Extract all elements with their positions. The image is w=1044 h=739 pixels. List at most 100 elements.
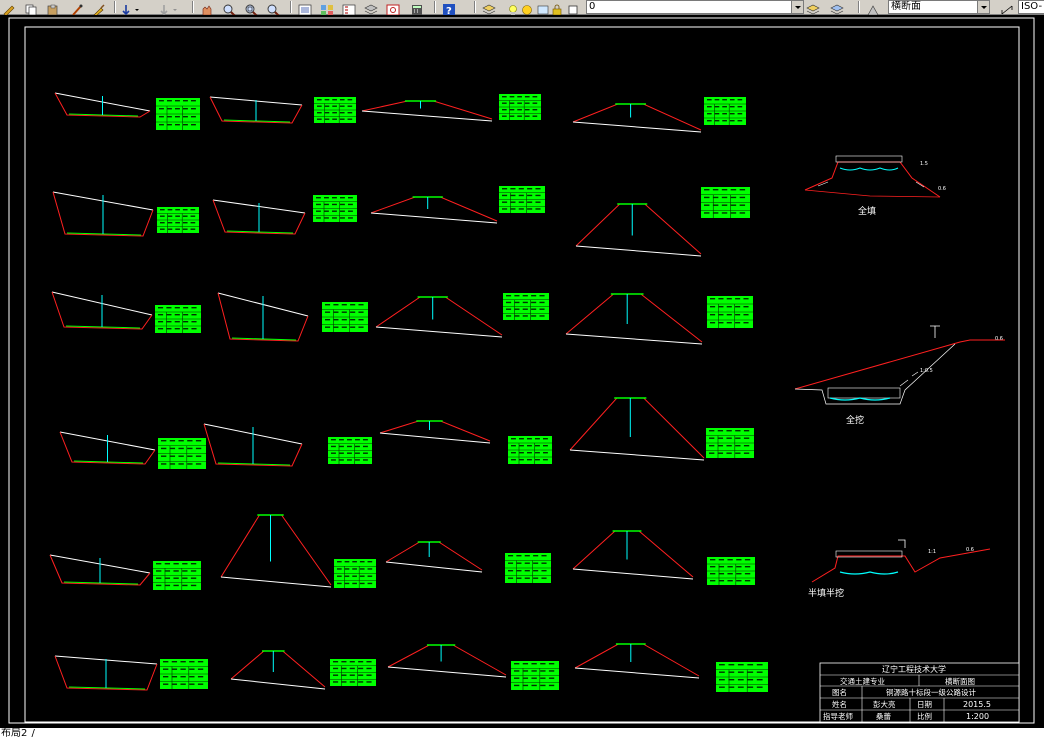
table-cell-text [524,102,530,104]
table-cell-text [509,109,515,111]
table-cell-text [352,568,357,570]
table-cell-text [189,668,195,670]
table-cell-text [167,215,173,217]
table-cell-text [169,447,176,450]
zoom-realtime-icon[interactable] [222,1,236,17]
table-cell-text [756,686,763,688]
sheet-set-icon[interactable] [364,1,378,15]
paste-icon[interactable] [46,1,60,16]
table-cell-text [366,667,372,670]
table-cell-text [332,99,337,101]
table-cell-text [340,203,345,206]
table-cell-text [747,686,754,688]
table-cell-text [730,212,737,214]
table-cell-text [166,314,172,316]
table-cell-text [178,440,184,442]
table-cell-text [533,570,539,572]
layer-viewport-icon[interactable] [536,1,550,15]
table-cell-text [367,575,373,577]
table-cell-text [325,326,331,328]
table-cell-text [524,577,530,579]
table-cell-text [324,99,330,101]
table-cell-text [519,452,524,454]
calculator-icon[interactable] [410,1,424,15]
table-cell-text [164,584,171,587]
table-cell-text [333,326,339,328]
drawing-canvas[interactable]: 1.5 0.6 全填 1:0.5 0.6 全挖 1:1 0.6 半填半挖 辽宁工… [0,15,1044,728]
properties-icon[interactable] [298,1,312,16]
table-cell-text [710,322,716,324]
markup-icon[interactable] [386,1,400,16]
table-cell-text [175,228,180,230]
table-cell-text [509,96,515,98]
named-views-icon[interactable] [866,1,880,16]
redo-icon[interactable] [158,1,177,16]
layout-tab[interactable]: 布局2 [0,728,27,739]
table-cell-text [317,112,322,114]
tool-palettes-icon[interactable] [342,1,356,16]
table-cell-text [167,222,173,224]
table-cell-text [340,197,345,199]
brush-icon[interactable] [92,1,106,17]
cross-section-fill [565,293,703,345]
table-cell-text [739,189,746,191]
table-cell-text [518,208,524,210]
layer-color-swatch-icon[interactable] [566,1,580,15]
pan-icon[interactable] [200,1,214,16]
table-cell-text [191,100,196,102]
table-cell-text [506,301,512,304]
table-cell-text [514,308,520,310]
design-center-icon[interactable] [320,1,334,15]
table-cell-text [348,203,353,206]
layer-lock-icon[interactable] [550,1,564,16]
table-cell-text [710,566,716,568]
zoom-window-icon[interactable] [244,1,258,17]
table-cell-text [161,440,167,442]
table-cell-text [332,203,337,206]
table-cell-text [704,189,710,191]
copy-icon[interactable] [24,1,38,16]
table-cell-text [726,437,732,439]
section-data-table [328,437,372,464]
table-cell-text [167,108,172,110]
dimension-style-icon[interactable] [1000,1,1014,15]
table-cell-text [332,112,337,114]
layer-freeze-icon[interactable] [520,1,534,15]
help-icon[interactable]: ? [442,1,456,17]
table-cell-text [712,189,719,191]
toolbar-separator [858,1,860,13]
table-cell-text [726,322,732,324]
dimension-style-dropdown[interactable]: ISO- [1018,0,1044,14]
table-cell-text [514,301,520,304]
chevron-down-icon[interactable] [977,1,989,13]
table-cell-text [717,430,724,432]
chevron-down-icon[interactable] [791,1,803,13]
make-object-layer-current-icon[interactable] [806,1,820,15]
layer-properties-icon[interactable] [482,1,496,15]
edit-icon[interactable] [2,1,16,17]
table-cell-text [727,573,733,575]
table-cell-text [531,295,537,297]
layer-previous-icon[interactable] [830,1,844,15]
table-cell-text [548,663,555,665]
view-dropdown[interactable]: 横断面 [888,0,990,14]
table-cell-text [358,681,364,683]
table-cell-text [509,115,515,117]
undo-icon[interactable] [120,1,139,16]
table-cell-text [331,445,336,448]
zoom-previous-icon[interactable] [266,1,280,17]
table-cell-text [180,661,186,663]
table-cell-text [527,188,533,190]
table-cell-text [704,204,710,206]
table-cell-text [510,208,516,210]
table-cell-text [502,96,507,98]
table-cell-text [340,217,345,219]
table-cell-text [729,120,735,122]
section-data-table [153,561,201,590]
match-properties-icon[interactable] [70,1,84,16]
table-cell-text [159,116,164,118]
ground-line [385,561,483,573]
layer-dropdown[interactable]: 0 [586,0,804,14]
layer-on-icon[interactable] [506,1,520,15]
table-cell-text [182,209,188,211]
